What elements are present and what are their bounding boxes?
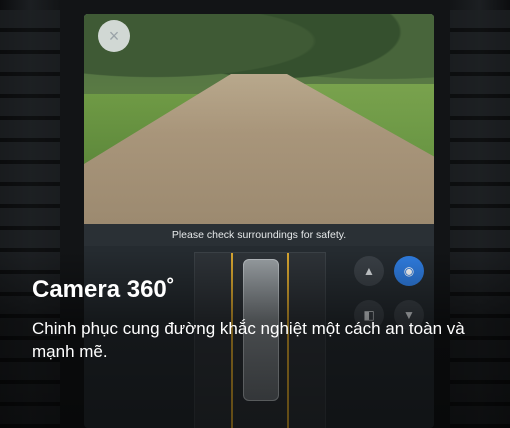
- feature-description: Chinh phục cung đường khắc nghiệt một cá…: [32, 319, 465, 361]
- front-camera-view: ×: [84, 14, 434, 224]
- close-button[interactable]: ×: [98, 20, 130, 52]
- product-feature-card: × Please check surroundings for safety. …: [0, 0, 510, 428]
- feature-title: Camera 360˚: [32, 276, 175, 303]
- safety-warning-banner: Please check surroundings for safety.: [84, 224, 434, 246]
- close-icon: ×: [108, 26, 120, 46]
